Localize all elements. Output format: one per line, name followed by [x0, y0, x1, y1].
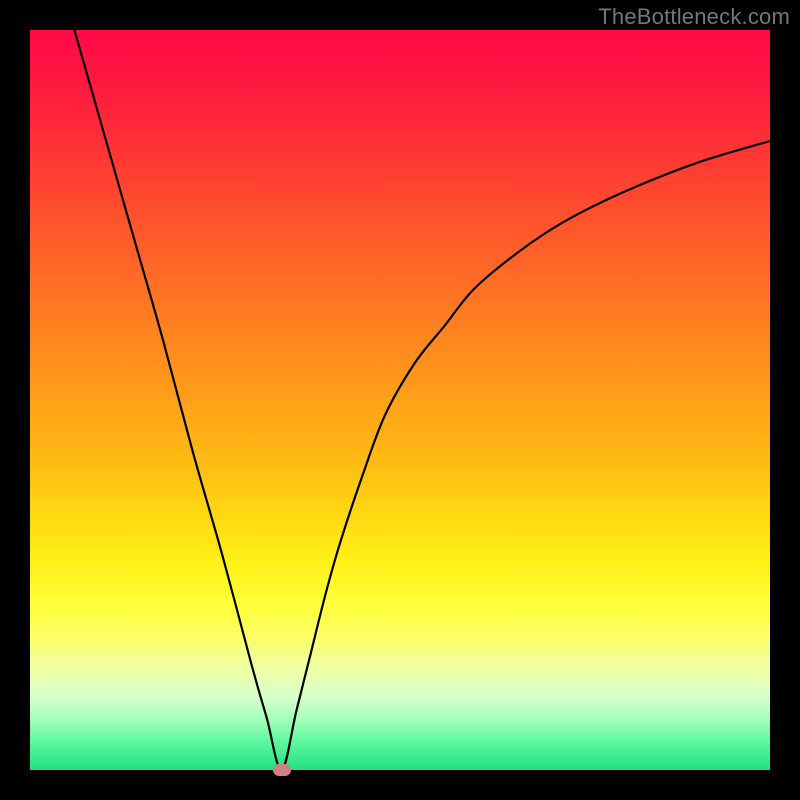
- plot-area: [30, 30, 770, 770]
- curve-path: [74, 30, 770, 770]
- chart-frame: TheBottleneck.com: [0, 0, 800, 800]
- watermark-text: TheBottleneck.com: [598, 4, 790, 30]
- bottleneck-curve: [30, 30, 770, 770]
